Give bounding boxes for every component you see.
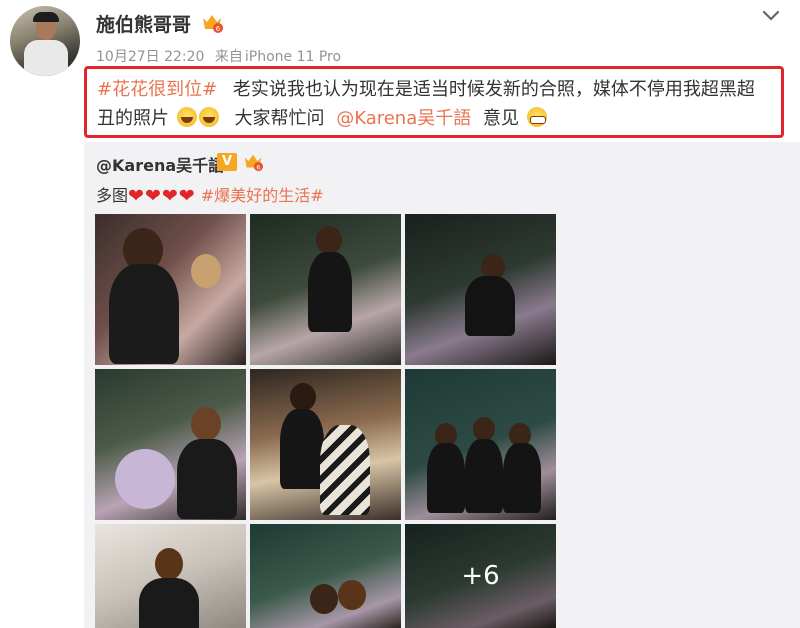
- post-text-highlight: #花花很到位# 老实说我也认为现在是适当时候发新的合照，媒体不停用我超黑超丑的照…: [84, 66, 784, 138]
- author-name[interactable]: 施伯熊哥哥: [96, 10, 191, 37]
- photo-thumbnail[interactable]: [250, 214, 401, 365]
- photo-figure: [109, 264, 179, 364]
- photo-thumbnail[interactable]: [405, 214, 556, 365]
- photo-thumbnail[interactable]: [95, 524, 246, 628]
- repost-author[interactable]: @Karena吴千語: [96, 152, 224, 176]
- post-timestamp[interactable]: 10月27日 22:20: [96, 49, 204, 65]
- photo-figure: [191, 407, 221, 441]
- photo-figure: [338, 580, 366, 610]
- post-meta: 10月27日 22:20 来自 iPhone 11 Pro: [96, 46, 341, 66]
- post-hashtag[interactable]: #花花很到位#: [97, 79, 217, 100]
- repost-text: 多图❤❤❤❤ #爆美好的生活#: [96, 182, 324, 207]
- heart-icon: ❤: [178, 185, 195, 207]
- post-mention[interactable]: @Karena吴千語: [336, 108, 471, 129]
- avatar-cap: [33, 12, 59, 22]
- repost-hashtag[interactable]: #爆美好的生活#: [201, 186, 324, 205]
- grimace-emoji-icon: [526, 107, 547, 127]
- laugh-cry-emoji-icon: [176, 107, 197, 127]
- post-text-2: 大家帮忙问: [234, 108, 325, 129]
- heart-icon: ❤: [161, 185, 178, 207]
- photo-thumbnail[interactable]: [95, 214, 246, 365]
- laugh-cry-emoji-icon: [198, 107, 219, 127]
- photo-figure: [320, 425, 370, 515]
- photo-figure: [290, 383, 316, 411]
- photo-figure: [280, 409, 324, 489]
- heart-icon: ❤: [144, 185, 161, 207]
- photo-figure: [310, 584, 338, 614]
- verified-icon: V: [217, 153, 237, 171]
- photo-thumbnail[interactable]: [95, 369, 246, 520]
- vip-badge-icon: 6: [244, 154, 263, 171]
- svg-text:6: 6: [256, 164, 260, 171]
- post-source-prefix: 来自: [214, 49, 243, 65]
- vip-badge-icon: 6: [203, 15, 223, 33]
- chevron-down-icon[interactable]: [760, 4, 782, 26]
- photo-thumbnail[interactable]: [250, 524, 401, 628]
- photo-figure: [465, 276, 515, 336]
- photo-thumbnail[interactable]: [405, 369, 556, 520]
- photo-figure: [155, 548, 183, 580]
- photo-figure: [191, 254, 221, 288]
- photo-figure: [308, 252, 352, 332]
- photo-figure: [503, 443, 541, 513]
- more-photos-overlay[interactable]: +6: [405, 524, 556, 628]
- svg-text:6: 6: [216, 25, 221, 33]
- photo-figure: [316, 226, 342, 254]
- repost-card[interactable]: @Karena吴千語 V 6 多图❤❤❤❤ #爆美好的生活# +6: [84, 142, 800, 628]
- photo-thumbnail[interactable]: [250, 369, 401, 520]
- photo-figure: [473, 417, 495, 441]
- post-source: iPhone 11 Pro: [244, 49, 342, 65]
- photo-thumbnail[interactable]: +6: [405, 524, 556, 628]
- avatar-shirt: [24, 40, 68, 76]
- post-text-3: 意见: [482, 108, 519, 129]
- photo-figure: [465, 439, 503, 513]
- photo-figure: [177, 439, 237, 519]
- heart-icon: ❤: [128, 185, 144, 207]
- repost-prefix: 多图: [96, 186, 129, 205]
- photo-figure: [115, 449, 175, 509]
- photo-figure: [427, 443, 465, 513]
- photo-figure: [139, 578, 199, 628]
- avatar[interactable]: [10, 6, 80, 76]
